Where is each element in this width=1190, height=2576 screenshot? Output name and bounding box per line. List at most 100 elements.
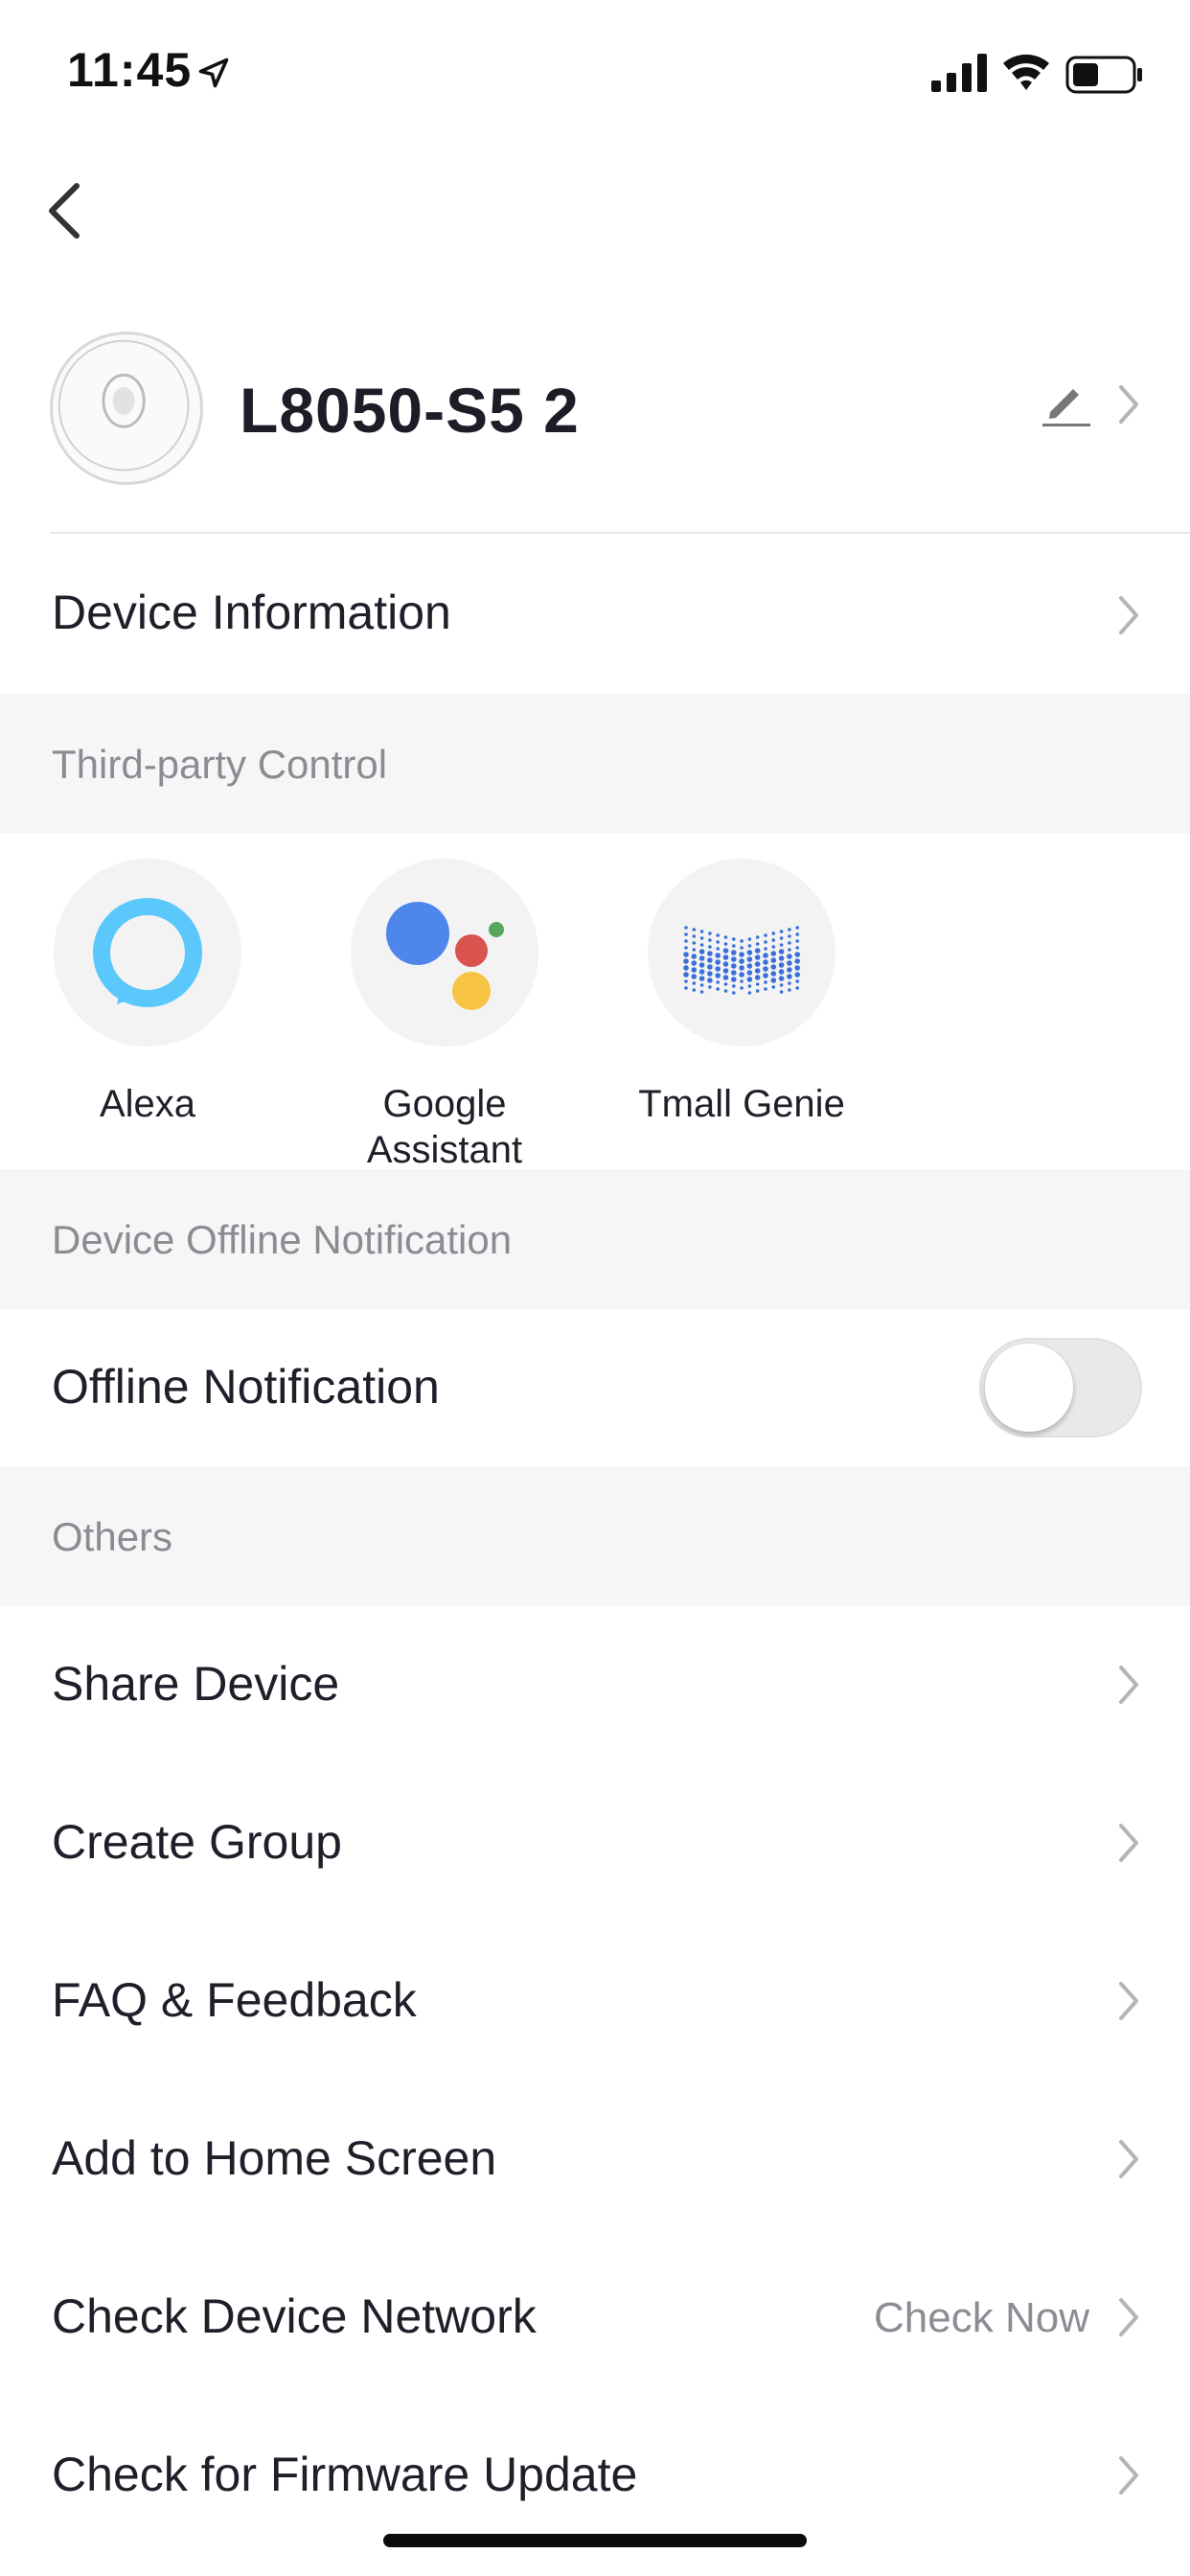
tmall-dot (692, 981, 697, 985)
tmall-dot (691, 954, 698, 959)
tmall-dot (731, 950, 737, 955)
others-row-create-group[interactable]: Create Group (0, 1764, 1190, 1922)
tmall-dot (788, 941, 791, 945)
tmall-dot (778, 969, 785, 975)
google-assistant-label: Google Assistant (312, 1081, 577, 1173)
others-row-share-device[interactable]: Share Device (0, 1606, 1190, 1764)
tmall-dot (732, 991, 736, 995)
tmall-dot (778, 955, 785, 961)
tmall-dot (755, 942, 760, 946)
tmall-dot (746, 970, 753, 976)
tmall-dot (794, 958, 800, 964)
tmall-dot (715, 953, 721, 958)
tmall-dot (708, 985, 712, 989)
divider (50, 532, 1190, 534)
section-label: Third-party Control (52, 742, 388, 787)
tmall-dot (707, 957, 713, 963)
pencil-icon[interactable] (1039, 376, 1092, 429)
tmall-dot (754, 948, 761, 954)
battery-icon (1065, 56, 1142, 94)
tmall-dot (764, 933, 767, 937)
tmall-dot (788, 948, 791, 952)
row-label: Device Information (52, 586, 451, 639)
tmall-dot (754, 954, 761, 960)
tmall-dot (794, 972, 800, 978)
tmall-genie-label: Tmall Genie (638, 1083, 845, 1125)
tmall-dot (747, 984, 752, 988)
tmall-dot (691, 960, 698, 966)
tmall-dot (707, 971, 713, 977)
tmall-dot (708, 938, 712, 942)
tmall-dot (788, 981, 791, 985)
tmall-dot (795, 939, 799, 943)
tmall-dot (716, 980, 720, 984)
tmall-dot (795, 986, 799, 990)
section-header-others: Others (0, 1466, 1190, 1606)
device-information-row[interactable]: Device Information (0, 535, 1190, 694)
tmall-dot (699, 930, 704, 933)
tmall-dot (795, 926, 799, 930)
tmall-dot (708, 932, 712, 935)
row-value[interactable]: Check Now (874, 2294, 1089, 2342)
others-row-add-to-home-screen[interactable]: Add to Home Screen (0, 2081, 1190, 2239)
chevron-right-icon (1119, 596, 1138, 634)
row-label: Share Device (52, 1657, 340, 1711)
tmall-dot (692, 948, 697, 952)
tmall-dot (708, 945, 712, 949)
google-assistant-label-line1: Google (382, 1083, 507, 1125)
status-bar: 11:45 (0, 0, 1190, 144)
tmall-dot (723, 935, 728, 939)
others-row-check-for-firmware-update[interactable]: Check for Firmware Update (0, 2397, 1190, 2555)
tmall-dot (755, 935, 760, 939)
tmall-dot (740, 986, 744, 990)
tmall-genie-icon (683, 926, 800, 995)
tmall-dot (715, 959, 721, 965)
back-button[interactable] (36, 172, 94, 249)
tmall-dot (698, 969, 705, 975)
tmall-dot (732, 944, 736, 948)
tmall-dot (684, 926, 688, 930)
wifi-icon (1003, 54, 1049, 90)
alexa-label: Alexa (99, 1083, 196, 1125)
row-label: Check Device Network (52, 2289, 537, 2343)
tmall-dot (770, 964, 777, 970)
toggle-knob (985, 1344, 1073, 1432)
device-avatar (50, 332, 203, 485)
tmall-dot (715, 973, 721, 978)
tmall-dot (755, 982, 760, 986)
tmall-dot (684, 979, 688, 983)
tmall-dot (684, 986, 688, 990)
others-row-check-device-network[interactable]: Check Device Network Check Now (0, 2239, 1190, 2397)
tmall-dot (779, 990, 784, 994)
tmall-dot (722, 968, 729, 974)
tmall-dot (716, 940, 720, 944)
tmall-dot (691, 974, 698, 979)
tmall-dot (692, 941, 697, 945)
tmall-dot (795, 932, 799, 936)
tmall-dot (779, 983, 784, 987)
section-label: Device Offline Notification (52, 1217, 513, 1262)
signal-icon (931, 54, 987, 92)
alexa-icon (93, 898, 202, 1007)
tmall-dot (787, 954, 792, 959)
chevron-right-icon (1119, 1824, 1138, 1862)
tmall-dot (787, 967, 792, 973)
others-row-faq-feedback[interactable]: FAQ & Feedback (0, 1922, 1190, 2081)
tmall-dot (740, 979, 744, 983)
tmall-dot (747, 991, 752, 995)
tmall-dot (699, 990, 704, 994)
tmall-dot (771, 938, 776, 942)
tmall-dot (788, 928, 791, 932)
row-label: Create Group (52, 1815, 342, 1869)
google-assistant-icon (386, 902, 504, 1010)
section-header-third-party: Third-party Control (0, 694, 1190, 834)
tmall-dot (740, 939, 744, 943)
tmall-dot (699, 943, 704, 947)
tmall-dot (683, 958, 689, 964)
tmall-dot (746, 950, 753, 955)
device-header[interactable]: L8050-S5 2 (0, 316, 1190, 537)
tmall-dot (764, 980, 767, 984)
tmall-dot (692, 934, 697, 938)
tmall-dot (778, 976, 785, 981)
offline-notification-toggle[interactable] (979, 1338, 1142, 1438)
